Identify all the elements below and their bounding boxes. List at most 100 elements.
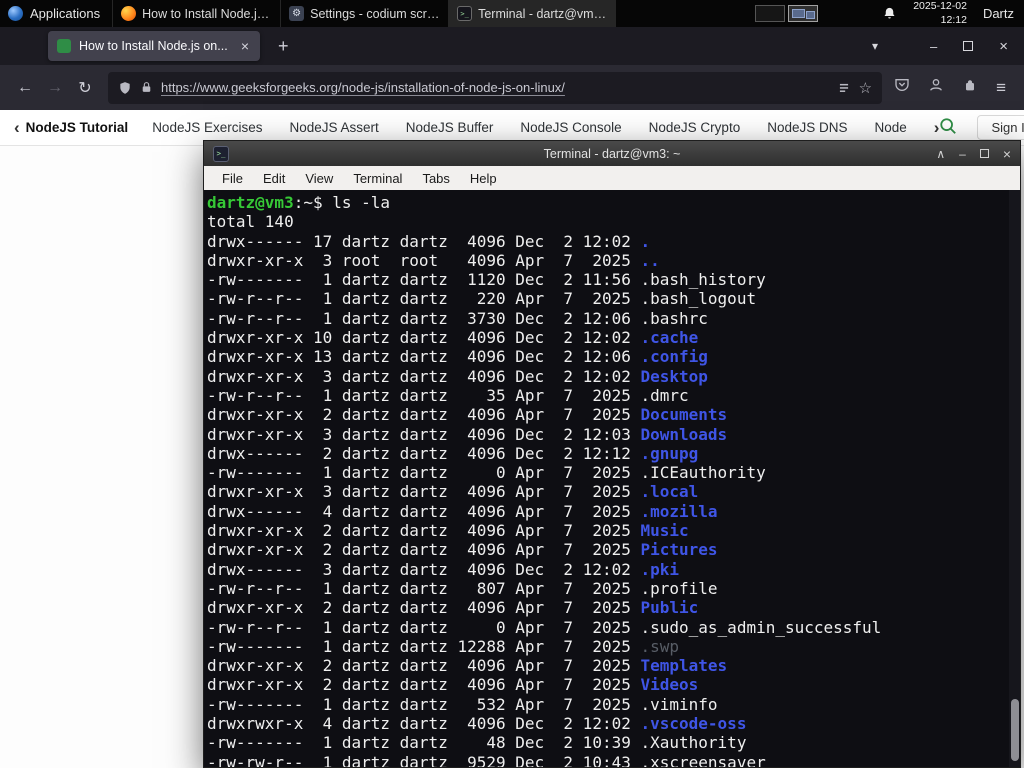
directory-name: .gnupg [640, 443, 699, 463]
terminal-app-icon: >_ [213, 145, 229, 162]
gfg-nav-item[interactable]: NodeJS Buffer [406, 120, 494, 135]
file-attributes: -rw------- 1 dartz dartz 0 Apr 7 2025 [207, 463, 641, 483]
tab-close-icon[interactable]: × [239, 38, 251, 54]
file-attributes: -rw-r--r-- 1 dartz dartz 3730 Dec 2 12:0… [207, 308, 641, 328]
file-name: .Xauthority [640, 733, 747, 753]
gfg-nav-item[interactable]: NodeJS DNS [767, 120, 847, 135]
forward-button[interactable]: → [40, 79, 70, 97]
terminal-line: drwxrwxr-x 4 dartz dartz 4096 Dec 2 12:0… [207, 714, 1008, 733]
gfg-nav-active-item[interactable]: ‹ NodeJS Tutorial [14, 119, 128, 136]
workspace-2[interactable] [788, 5, 819, 22]
taskbar-item[interactable]: How to Install Node.js o... [112, 0, 280, 27]
terminal-body[interactable]: dartz@vm3:~$ ls -la total 140 drwx------… [203, 190, 1021, 768]
pocket-icon[interactable] [894, 77, 910, 98]
directory-name: Pictures [640, 540, 718, 560]
terminal-line: drwxr-xr-x 2 dartz dartz 4096 Apr 7 2025… [207, 405, 1008, 424]
window-minimize-button[interactable]: – [930, 39, 937, 54]
terminal-line: -rw-rw-r-- 1 dartz dartz 9529 Dec 2 10:4… [207, 753, 1008, 767]
url-bar[interactable]: https://www.geeksforgeeks.org/node-js/in… [108, 71, 883, 104]
file-attributes: drwxr-xr-x 10 dartz dartz 4096 Dec 2 12:… [207, 328, 641, 348]
file-name: .dmrc [640, 385, 689, 405]
terminal-minimize-button[interactable]: – [959, 147, 966, 161]
file-attributes: -rw-r--r-- 1 dartz dartz 220 Apr 7 2025 [207, 289, 641, 309]
terminal-menu-file[interactable]: File [212, 171, 253, 186]
gfg-nav-item[interactable]: NodeJS Console [520, 120, 621, 135]
terminal-line: drwx------ 4 dartz dartz 4096 Apr 7 2025… [207, 502, 1008, 521]
reload-button[interactable]: ↻ [70, 78, 100, 98]
terminal-menu-edit[interactable]: Edit [253, 171, 295, 186]
gfg-nav-item[interactable]: NodeJS Assert [289, 120, 378, 135]
account-icon[interactable] [928, 77, 944, 98]
window-close-button[interactable]: × [999, 38, 1008, 55]
new-tab-button[interactable]: + [272, 36, 295, 57]
window-maximize-button[interactable] [963, 41, 974, 51]
terminal-menu-tabs[interactable]: Tabs [412, 171, 459, 186]
applications-menu[interactable]: Applications [0, 0, 112, 27]
file-name: .profile [640, 578, 718, 598]
user-name[interactable]: Dartz [983, 6, 1016, 21]
settings-icon: ⚙ [289, 6, 305, 21]
terminal-menu-view[interactable]: View [295, 171, 343, 186]
file-attributes: drwxr-xr-x 2 dartz dartz 4096 Apr 7 2025 [207, 598, 641, 618]
clock-time: 12:12 [940, 13, 967, 26]
directory-name: Videos [640, 675, 699, 695]
file-name: .bash_history [640, 270, 766, 290]
file-attributes: drwxr-xr-x 2 dartz dartz 4096 Apr 7 2025 [207, 675, 641, 695]
search-icon[interactable] [939, 117, 957, 138]
gfg-nav-item[interactable]: NodeJS Crypto [649, 120, 741, 135]
notification-bell-icon[interactable] [882, 6, 897, 21]
file-attributes: drwxr-xr-x 3 root root 4096 Apr 7 2025 [207, 250, 641, 270]
gfg-nav-item[interactable]: NodeJS Exercises [152, 120, 262, 135]
taskbar: How to Install Node.js o... ⚙ Settings - c… [112, 0, 617, 27]
bookmark-star-icon[interactable]: ☆ [859, 79, 872, 97]
tab-strip: How to Install Node.js on... × + ▾ – × [0, 27, 1024, 65]
terminal-title: Terminal - dartz@vm3: ~ [543, 146, 681, 161]
workspace-pager[interactable] [755, 5, 819, 22]
terminal-titlebar[interactable]: >_ Terminal - dartz@vm3: ~ ∧ – × [203, 140, 1021, 166]
url-text-wrap[interactable]: https://www.geeksforgeeks.org/node-js/in… [161, 79, 829, 97]
taskbar-item[interactable]: >_ Terminal - dartz@vm3: ~ [448, 0, 617, 27]
gfg-nav-item[interactable]: Node [875, 120, 907, 135]
terminal-prompt-line: dartz@vm3:~$ ls -la [207, 193, 1008, 212]
file-attributes: drwxr-xr-x 2 dartz dartz 4096 Apr 7 2025 [207, 405, 641, 425]
terminal-line: drwxr-xr-x 13 dartz dartz 4096 Dec 2 12:… [207, 347, 1008, 366]
file-attributes: -rw-r--r-- 1 dartz dartz 807 Apr 7 2025 [207, 578, 641, 598]
file-attributes: drwxr-xr-x 2 dartz dartz 4096 Apr 7 2025 [207, 521, 641, 541]
file-attributes: drwx------ 4 dartz dartz 4096 Apr 7 2025 [207, 501, 641, 521]
terminal-line: drwxr-xr-x 2 dartz dartz 4096 Apr 7 2025… [207, 540, 1008, 559]
browser-toolbar: ← → ↻ https://www.geeksforgeeks.org/node… [0, 65, 1024, 110]
terminal-scrollbar[interactable] [1009, 190, 1020, 767]
terminal-scrollbar-thumb[interactable] [1011, 699, 1019, 761]
url-text[interactable]: https://www.geeksforgeeks.org/node-js/in… [161, 80, 565, 95]
terminal-shade-button[interactable]: ∧ [936, 147, 945, 161]
terminal-maximize-button[interactable] [979, 149, 989, 158]
terminal-total-line: total 140 [207, 212, 294, 232]
terminal-close-button[interactable]: × [1003, 146, 1011, 162]
tracking-shield-icon[interactable] [118, 81, 132, 95]
reader-view-icon[interactable] [837, 81, 851, 95]
back-button[interactable]: ← [10, 79, 40, 97]
directory-name: Music [640, 521, 689, 541]
directory-name: Downloads [640, 424, 728, 444]
applications-label: Applications [30, 6, 101, 21]
directory-name: .vscode-oss [640, 714, 747, 734]
terminal-menu-help[interactable]: Help [460, 171, 507, 186]
directory-name: Documents [640, 405, 728, 425]
clock[interactable]: 2025-12-02 12:12 [913, 0, 967, 26]
extensions-icon[interactable] [962, 77, 978, 98]
sign-in-button[interactable]: Sign In [977, 115, 1024, 140]
list-tabs-icon[interactable]: ▾ [872, 39, 878, 53]
directory-name: .. [640, 250, 660, 270]
command-text: ls -la [332, 193, 391, 212]
taskbar-item[interactable]: ⚙ Settings - codium script... [280, 0, 448, 27]
browser-tab[interactable]: How to Install Node.js on... × [48, 31, 260, 61]
workspace-1[interactable] [755, 5, 786, 22]
nav-prev-chevron-icon[interactable]: ‹ [14, 119, 20, 136]
file-attributes: -rw------- 1 dartz dartz 12288 Apr 7 202… [207, 636, 641, 656]
lock-icon[interactable] [140, 81, 153, 94]
terminal-menu-terminal[interactable]: Terminal [343, 171, 412, 186]
hamburger-menu-icon[interactable]: ≡ [996, 78, 1006, 98]
system-tray: 2025-12-02 12:12 Dartz [755, 0, 1024, 27]
terminal-line: -rw-r--r-- 1 dartz dartz 35 Apr 7 2025 .… [207, 386, 1008, 405]
terminal-icon: >_ [457, 6, 473, 21]
